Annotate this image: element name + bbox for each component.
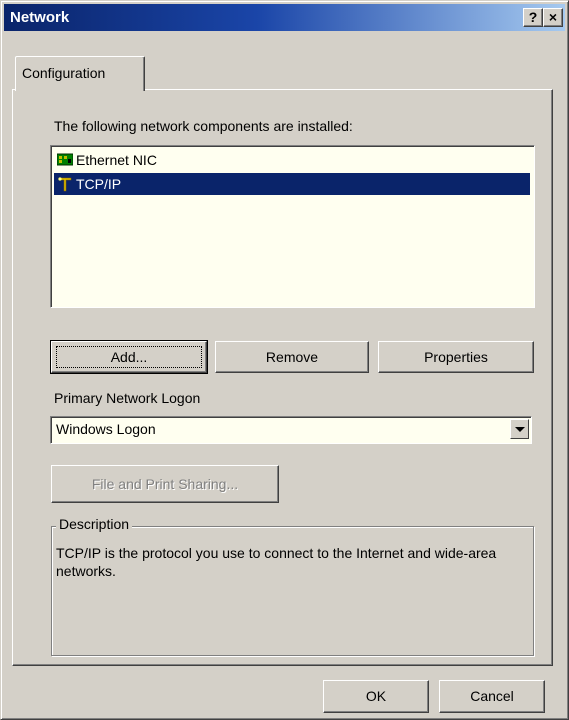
add-button[interactable]: Add... bbox=[50, 340, 208, 374]
tab-label: Configuration bbox=[22, 65, 106, 81]
file-print-sharing-button[interactable]: File and Print Sharing... bbox=[51, 465, 279, 503]
help-button[interactable]: ? bbox=[523, 8, 543, 27]
primary-logon-label: Primary Network Logon bbox=[54, 390, 201, 406]
cancel-button-label: Cancel bbox=[470, 688, 514, 704]
properties-button[interactable]: Properties bbox=[378, 341, 534, 373]
description-title: Description bbox=[56, 516, 133, 532]
ok-button[interactable]: OK bbox=[323, 680, 429, 713]
close-button[interactable]: × bbox=[543, 8, 563, 27]
primary-logon-value: Windows Logon bbox=[56, 421, 156, 437]
list-item-label: TCP/IP bbox=[76, 176, 122, 192]
list-item-ethernet-nic[interactable]: Ethernet NIC bbox=[54, 149, 530, 171]
file-print-sharing-label: File and Print Sharing... bbox=[91, 476, 239, 492]
properties-button-label: Properties bbox=[424, 349, 488, 365]
close-icon: × bbox=[548, 9, 558, 25]
network-adapter-icon bbox=[57, 153, 73, 166]
list-item-tcp-ip[interactable]: TCP/IP bbox=[54, 173, 530, 195]
dropdown-button[interactable] bbox=[510, 419, 529, 439]
list-item-label: Ethernet NIC bbox=[76, 152, 157, 168]
tab-configuration[interactable]: Configuration bbox=[15, 56, 145, 91]
window-title: Network bbox=[10, 9, 70, 26]
chevron-down-icon bbox=[515, 427, 525, 432]
components-label: The following network components are ins… bbox=[54, 118, 353, 134]
ok-button-label: OK bbox=[365, 688, 387, 704]
remove-button[interactable]: Remove bbox=[215, 341, 369, 373]
cancel-button[interactable]: Cancel bbox=[439, 680, 545, 713]
primary-logon-select[interactable]: Windows Logon bbox=[50, 416, 532, 444]
components-list[interactable]: Ethernet NIC TCP/IP bbox=[50, 145, 535, 308]
focus-ring bbox=[56, 346, 202, 368]
protocol-icon bbox=[58, 177, 72, 192]
help-icon: ? bbox=[528, 9, 538, 25]
remove-button-label: Remove bbox=[265, 349, 319, 365]
description-text: TCP/IP is the protocol you use to connec… bbox=[56, 545, 497, 579]
title-bar[interactable]: Network ? × bbox=[4, 4, 565, 31]
